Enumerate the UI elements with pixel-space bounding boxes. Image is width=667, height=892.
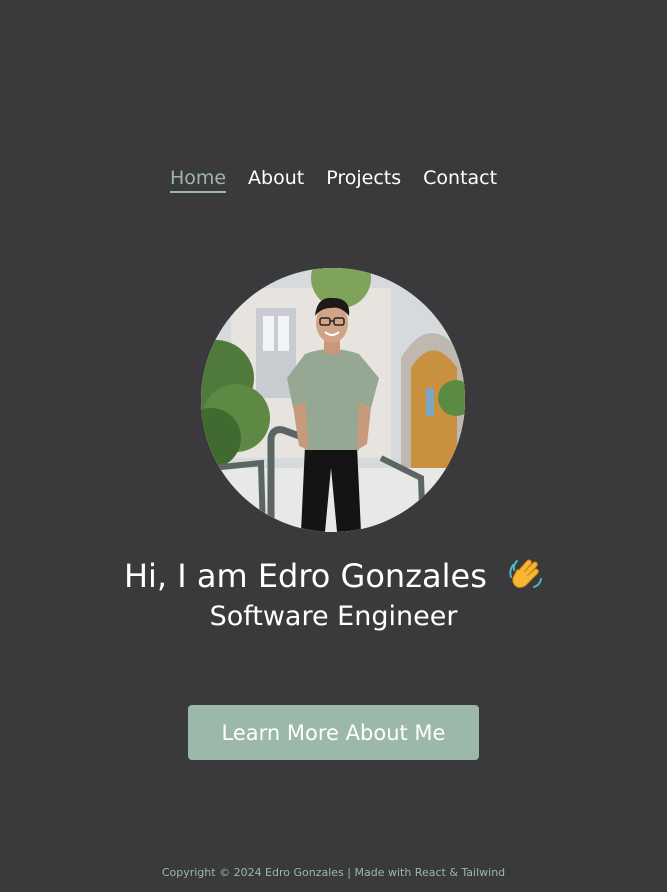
nav-link-about[interactable]: About (248, 166, 304, 193)
waving-hand-icon (509, 559, 543, 588)
learn-more-button[interactable]: Learn More About Me (188, 705, 479, 760)
main-nav: Home About Projects Contact (0, 166, 667, 193)
profile-photo-illustration (201, 268, 465, 532)
nav-link-projects[interactable]: Projects (326, 166, 401, 193)
page: Home About Projects Contact Hi, I am Edr… (0, 0, 667, 892)
hero-greeting-text: Hi, I am Edro Gonzales (123, 557, 487, 595)
nav-link-contact[interactable]: Contact (423, 166, 497, 193)
profile-photo (201, 268, 465, 532)
footer-copyright: Copyright © 2024 Edro Gonzales | Made wi… (161, 866, 506, 879)
hero-greeting: Hi, I am Edro Gonzales (0, 556, 667, 596)
nav-link-home[interactable]: Home (169, 166, 227, 193)
hero-subtitle: Software Engineer (209, 601, 458, 632)
